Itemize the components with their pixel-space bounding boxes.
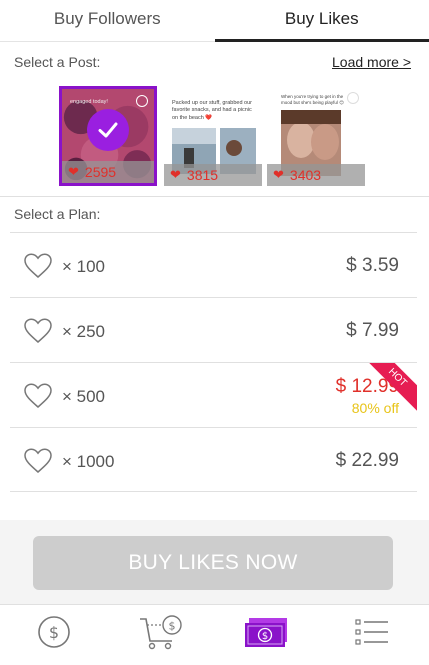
post-item-3[interactable]: When you're trying to get in the mood bu… bbox=[267, 86, 365, 186]
post-likes-bar: ❤ 3403 bbox=[267, 164, 365, 186]
plan-option-500[interactable]: × 500 $ 12.99 80% off HOT bbox=[10, 362, 417, 427]
section-divider bbox=[0, 196, 429, 197]
heart-outline-icon bbox=[24, 383, 52, 408]
post-item-1[interactable]: engaged today! ❤ 2595 bbox=[59, 86, 157, 186]
bottom-nav: $ $ $ bbox=[0, 604, 429, 665]
checkmark-icon bbox=[87, 109, 129, 151]
svg-text:$: $ bbox=[169, 620, 176, 633]
heart-outline-icon bbox=[24, 318, 52, 343]
post-like-count: 3815 bbox=[186, 167, 219, 183]
select-plan-label: Select a Plan: bbox=[14, 206, 101, 222]
list-icon bbox=[355, 619, 388, 645]
tab-bar: Buy Followers Buy Likes bbox=[0, 0, 429, 42]
heart-outline-icon bbox=[24, 253, 52, 278]
post-item-2[interactable]: Packed up our stuff, grabbed our favorit… bbox=[164, 86, 262, 186]
nav-cart[interactable]: $ bbox=[138, 613, 184, 656]
plan-option-100[interactable]: × 100 $ 3.59 bbox=[10, 232, 417, 297]
svg-text:$: $ bbox=[262, 631, 268, 642]
plan-price: $ 22.99 bbox=[335, 450, 399, 471]
plan-option-1000[interactable]: × 1000 $ 22.99 bbox=[10, 427, 417, 492]
plan-option-250[interactable]: × 250 $ 7.99 bbox=[10, 297, 417, 362]
post-select-circle bbox=[136, 95, 148, 107]
plan-price: $ 7.99 bbox=[346, 320, 399, 341]
heart-icon: ❤ bbox=[273, 167, 284, 182]
buy-likes-now-button[interactable]: BUY LIKES NOW bbox=[33, 536, 393, 590]
post-list: engaged today! ❤ 2595 Packed up our stuf… bbox=[57, 86, 367, 188]
svg-text:$: $ bbox=[49, 623, 59, 642]
post-like-count: 2595 bbox=[84, 164, 117, 180]
plan-quantity: × 100 bbox=[62, 257, 106, 276]
load-more-link[interactable]: Load more > bbox=[332, 54, 411, 70]
plan-list: × 100 $ 3.59 × 250 $ 7.99 × 500 $ 12.99 … bbox=[10, 232, 417, 492]
plan-price: $ 3.59 bbox=[346, 255, 399, 276]
money-bills-icon: $ bbox=[245, 618, 287, 647]
post-like-count: 3403 bbox=[289, 167, 322, 183]
nav-dollar-coin[interactable]: $ bbox=[37, 615, 71, 654]
heart-icon: ❤ bbox=[170, 167, 181, 182]
dollar-coin-icon: $ bbox=[38, 616, 70, 648]
post-caption-2: Packed up our stuff, grabbed our favorit… bbox=[172, 100, 253, 121]
nav-list[interactable] bbox=[354, 617, 390, 652]
nav-money[interactable]: $ bbox=[243, 616, 289, 655]
buy-area: BUY LIKES NOW bbox=[0, 520, 429, 604]
heart-icon: ❤ bbox=[68, 164, 79, 179]
select-post-label: Select a Post: bbox=[14, 54, 101, 70]
tab-buy-likes[interactable]: Buy Likes bbox=[214, 0, 429, 42]
post-likes-bar: ❤ 2595 bbox=[62, 161, 154, 183]
tab-buy-followers[interactable]: Buy Followers bbox=[0, 0, 215, 41]
post-caption-3: When you're trying to get in the mood bu… bbox=[281, 94, 344, 106]
plan-discount: 80% off bbox=[351, 400, 399, 416]
cart-dollar-icon: $ bbox=[140, 615, 182, 650]
plan-quantity: × 250 bbox=[62, 322, 106, 341]
heart-outline-icon bbox=[24, 448, 52, 473]
plan-quantity: × 500 bbox=[62, 387, 106, 406]
plan-quantity: × 1000 bbox=[62, 452, 115, 471]
post-likes-bar: ❤ 3815 bbox=[164, 164, 262, 186]
post-select-circle bbox=[347, 92, 359, 104]
